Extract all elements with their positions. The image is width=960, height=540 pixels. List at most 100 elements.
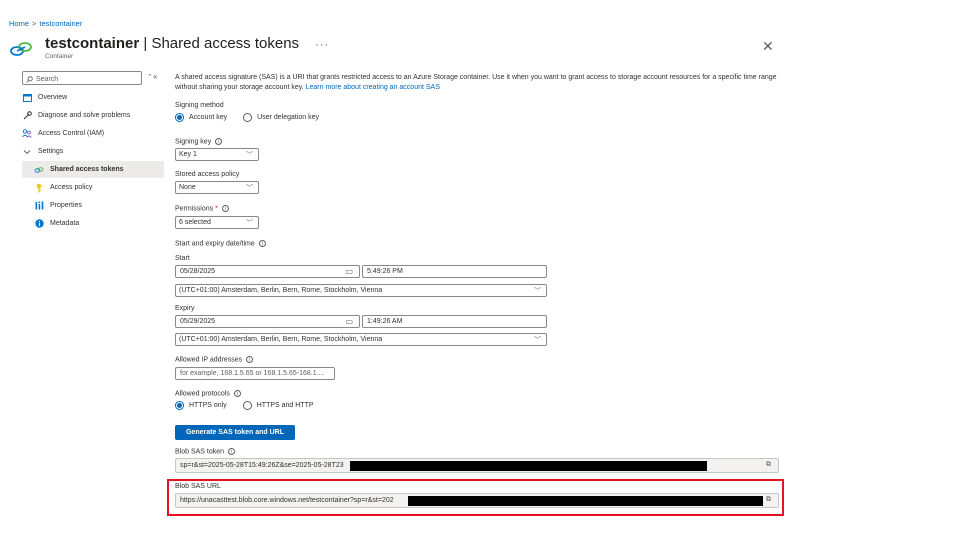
protocols-label: Allowed protocols i — [175, 390, 241, 397]
sas-token-text: Blob SAS token — [175, 448, 225, 456]
expiry-label: Expiry — [175, 305, 195, 312]
allowed-ips-text: Allowed IP addresses — [175, 356, 243, 364]
calendar-icon[interactable]: ▭ — [345, 267, 353, 276]
close-icon[interactable]: ✕ — [762, 38, 774, 55]
generate-sas-button[interactable]: Generate SAS token and URL — [175, 425, 295, 440]
user-delegation-key-radio[interactable] — [243, 113, 253, 122]
start-date-input[interactable]: 05/28/2025 ▭ — [175, 265, 360, 278]
highlight-box — [167, 479, 784, 516]
expiry-time-value: 1:49:26 AM — [367, 318, 403, 325]
people-icon — [22, 129, 32, 139]
sas-token-label: Blob SAS token i — [175, 448, 236, 456]
chevron-down-icon: ﹀ — [246, 219, 253, 227]
sidebar-item-metadata[interactable]: Metadata — [22, 215, 164, 232]
start-date-value: 05/28/2025 — [180, 268, 216, 275]
sas-token-value: sp=r&st=2025-05-28T15:49:26Z&se=2025-05-… — [180, 462, 344, 469]
permissions-value: 6 selected — [179, 219, 211, 226]
sidebar-item-label: Settings — [38, 148, 64, 155]
signing-key-label: Signing key i — [175, 138, 223, 146]
protocols-text: Allowed protocols — [175, 390, 230, 398]
info-icon[interactable]: i — [258, 240, 266, 247]
chevron-down-icon — [22, 147, 32, 157]
search-shortcut-icon: ⌃ — [147, 74, 153, 81]
search-input[interactable]: Search — [22, 71, 142, 85]
info-icon[interactable]: i — [246, 356, 254, 363]
info-icon[interactable]: i — [215, 138, 223, 145]
permissions-label: Permissions * i — [175, 205, 229, 212]
info-icon — [34, 219, 44, 229]
breadcrumb: Home > testcontainer — [9, 19, 82, 28]
chevron-down-icon: ﹀ — [534, 336, 541, 344]
container-icon — [8, 38, 34, 60]
redaction-bar — [350, 461, 707, 471]
sidebar-item-properties[interactable]: Properties — [22, 197, 164, 214]
signing-key-select[interactable]: Key 1 ﹀ — [175, 148, 259, 161]
start-timezone-value: (UTC+01:00) Amsterdam, Berlin, Bern, Rom… — [179, 287, 383, 294]
learn-more-link[interactable]: Learn more about creating an account SAS — [306, 84, 440, 91]
collapse-sidebar-icon[interactable]: « — [153, 72, 157, 81]
calendar-icon[interactable]: ▭ — [345, 317, 353, 326]
https-and-http-radio[interactable] — [242, 401, 252, 410]
info-icon[interactable]: i — [228, 448, 236, 455]
title-divider: | — [143, 35, 148, 52]
signing-key-text: Signing key — [175, 138, 212, 146]
copy-icon[interactable]: ⧉ — [766, 461, 771, 469]
breadcrumb-home[interactable]: Home — [9, 19, 29, 28]
https-only-radio[interactable] — [175, 401, 184, 410]
start-timezone-select[interactable]: (UTC+01:00) Amsterdam, Berlin, Bern, Rom… — [175, 284, 547, 297]
more-options-icon[interactable]: ··· — [315, 39, 329, 51]
sidebar-item-shared-access-tokens[interactable]: Shared access tokens — [22, 161, 164, 178]
stored-policy-value: None — [179, 184, 196, 191]
permissions-select[interactable]: 6 selected ﹀ — [175, 216, 259, 229]
start-time-value: 5:49:26 PM — [367, 268, 403, 275]
https-only-label: HTTPS only — [189, 402, 227, 409]
breadcrumb-current[interactable]: testcontainer — [39, 19, 82, 28]
sidebar-item-overview[interactable]: Overview — [22, 89, 164, 106]
signing-key-value: Key 1 — [179, 151, 197, 158]
sidebar-item-settings[interactable]: Settings — [22, 143, 164, 160]
account-key-radio[interactable] — [175, 113, 184, 122]
start-expiry-label: Start and expiry date/time i — [175, 240, 266, 247]
sidebar-item-label: Properties — [50, 202, 82, 209]
sidebar-item-label: Access policy — [50, 184, 93, 191]
search-placeholder: Search — [36, 75, 59, 83]
chevron-down-icon: ﹀ — [534, 287, 541, 295]
resource-name: testcontainer — [45, 35, 140, 52]
description-text: A shared access signature (SAS) is a URI… — [175, 74, 777, 91]
sidebar-item-iam[interactable]: Access Control (IAM) — [22, 125, 164, 142]
bars-icon — [34, 201, 44, 211]
expiry-timezone-select[interactable]: (UTC+01:00) Amsterdam, Berlin, Bern, Rom… — [175, 333, 547, 346]
allowed-ips-label: Allowed IP addresses i — [175, 356, 254, 364]
start-time-input[interactable]: 5:49:26 PM — [362, 265, 547, 278]
sidebar-item-diagnose[interactable]: Diagnose and solve problems — [22, 107, 164, 124]
description: A shared access signature (SAS) is a URI… — [175, 73, 785, 93]
breadcrumb-separator: > — [32, 19, 37, 28]
expiry-date-value: 05/29/2025 — [180, 318, 216, 325]
https-and-http-label: HTTPS and HTTP — [256, 402, 314, 409]
wrench-icon — [22, 111, 32, 121]
stored-policy-select[interactable]: None ﹀ — [175, 181, 259, 194]
sidebar-item-label: Shared access tokens — [50, 166, 124, 173]
page-subtitle: Container — [45, 53, 74, 60]
allowed-ips-input[interactable]: for example, 168.1.5.65 or 168.1.5.65-16… — [175, 367, 335, 380]
info-icon[interactable]: i — [221, 205, 229, 212]
signing-method-group: Account key User delegation key — [175, 113, 319, 122]
protocols-group: HTTPS only HTTPS and HTTP — [175, 401, 314, 410]
sidebar-item-label: Overview — [38, 94, 68, 101]
search-icon — [26, 75, 33, 83]
signing-method-label: Signing method — [175, 102, 224, 109]
sidebar-item-label: Metadata — [50, 220, 80, 227]
chevron-down-icon: ﹀ — [246, 151, 253, 159]
user-delegation-key-label: User delegation key — [257, 114, 320, 121]
expiry-time-input[interactable]: 1:49:26 AM — [362, 315, 547, 328]
allowed-ips-placeholder: for example, 168.1.5.65 or 168.1.5.65-16… — [180, 370, 325, 377]
key-icon — [34, 183, 44, 193]
overview-icon — [22, 93, 32, 103]
section-name: Shared access tokens — [151, 35, 300, 52]
sidebar-item-access-policy[interactable]: Access policy — [22, 179, 164, 196]
permissions-text: Permissions — [175, 205, 214, 213]
info-icon[interactable]: i — [233, 390, 241, 397]
page-title: testcontainer | Shared access tokens ··· — [45, 35, 329, 52]
expiry-date-input[interactable]: 05/29/2025 ▭ — [175, 315, 360, 328]
expiry-timezone-value: (UTC+01:00) Amsterdam, Berlin, Bern, Rom… — [179, 336, 383, 343]
